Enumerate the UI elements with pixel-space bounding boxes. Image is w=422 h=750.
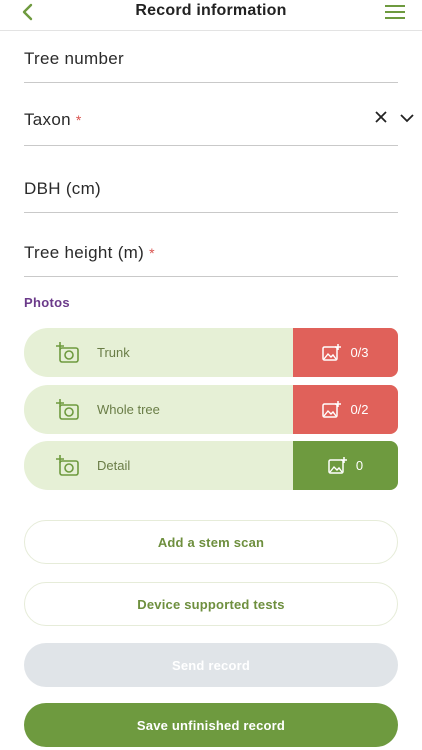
device-tests-button[interactable]: Device supported tests [24,582,398,626]
photo-row-trunk[interactable]: Trunk 0/3 [24,328,398,377]
gallery-icon [328,456,347,474]
tree-height-label-text: Tree height (m) [24,243,145,262]
clear-icon[interactable] [374,110,388,124]
add-stem-scan-button[interactable]: Add a stem scan [24,520,398,564]
hamburger-menu-icon[interactable] [384,4,406,20]
tree-height-label: Tree height (m) * [24,243,155,263]
save-unfinished-button[interactable]: Save unfinished record [24,703,398,747]
required-mark: * [75,112,82,128]
photo-row-detail[interactable]: Detail 0 [24,441,398,490]
photo-count-button[interactable]: 0/3 [293,328,398,377]
required-mark: * [149,245,155,261]
photo-count-button[interactable]: 0/2 [293,385,398,434]
app-header: Record information [0,0,422,31]
photo-label: Whole tree [97,402,160,417]
photo-count: 0 [355,458,364,473]
tree-height-field[interactable]: Tree height (m) * [24,234,398,277]
dbh-field[interactable]: DBH (cm) [24,170,398,213]
add-photo-icon [56,399,79,420]
taxon-select[interactable]: Taxon * [24,100,398,146]
photo-count-button[interactable]: 0 [293,441,398,490]
chevron-down-icon[interactable] [400,114,414,123]
page-title: Record information [135,2,287,19]
photo-label: Detail [97,458,131,473]
taxon-label: Taxon * [24,110,82,130]
photo-count: 0/2 [350,402,369,417]
add-photo-icon [56,455,79,476]
photo-label: Trunk [97,345,130,360]
tree-number-field[interactable]: Tree number [24,40,398,83]
dbh-label: DBH (cm) [24,179,101,198]
photo-count: 0/3 [350,345,369,360]
tree-number-label: Tree number [24,49,124,68]
gallery-icon [322,400,342,418]
photo-row-whole-tree[interactable]: Whole tree 0/2 [24,385,398,434]
taxon-label-text: Taxon [24,110,71,129]
gallery-icon [322,343,342,361]
add-photo-icon [56,342,79,363]
send-record-button[interactable]: Send record [24,643,398,687]
photos-section-label: Photos [24,295,70,310]
